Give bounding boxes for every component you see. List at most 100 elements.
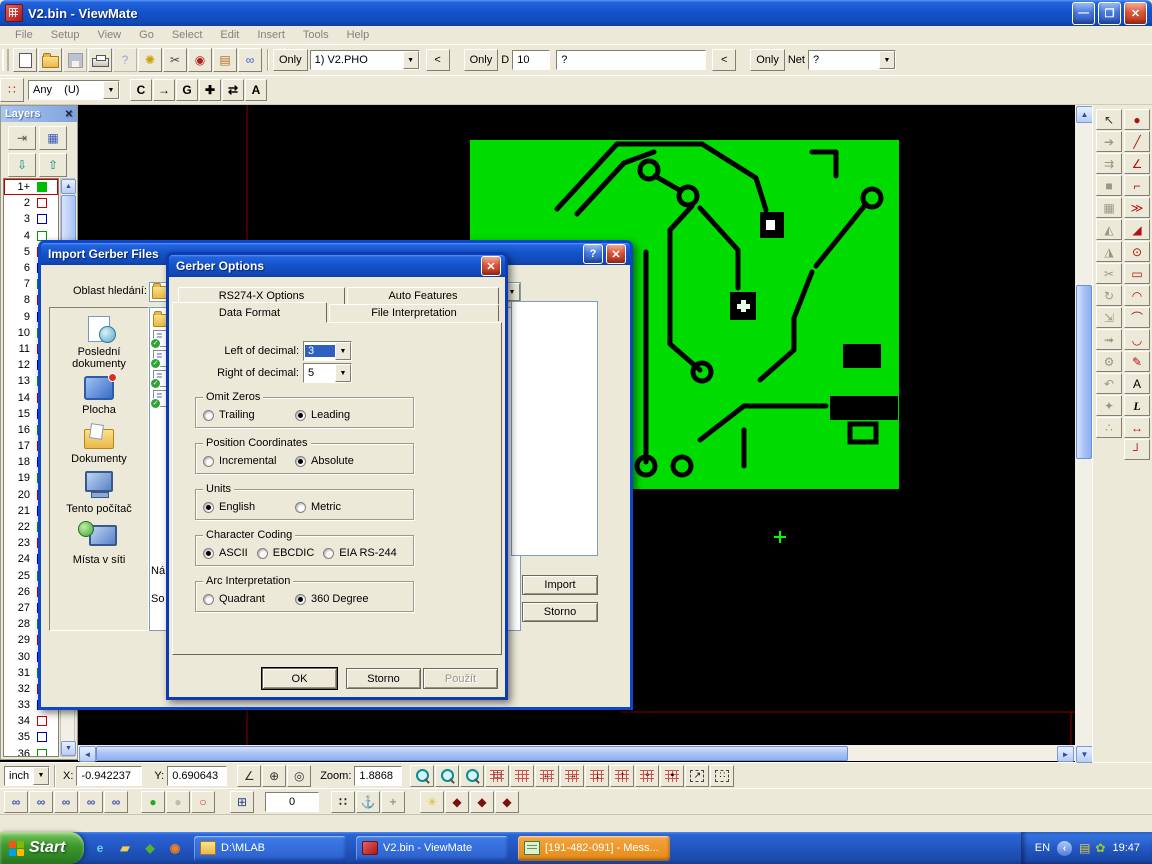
anchor-icon[interactable]: ⚓	[356, 791, 380, 813]
edit-tool-button[interactable]: ↶	[1096, 373, 1122, 394]
draw-tool-button[interactable]: ✎	[1124, 351, 1150, 372]
toolbar-button[interactable]: ?	[113, 48, 137, 72]
zoom-value-field[interactable]: 1.8868	[354, 766, 402, 786]
apply-button[interactable]: Použít	[423, 668, 498, 689]
import-button[interactable]: Import	[522, 575, 598, 595]
edit-tool-button[interactable]: ■	[1096, 175, 1122, 196]
close-icon[interactable]: ✕	[65, 109, 73, 120]
view-grid-icon[interactable]	[510, 765, 534, 787]
toolbar-button[interactable]	[63, 48, 87, 72]
edit-tool-button[interactable]: ➟	[1096, 329, 1122, 350]
chevron-down-icon[interactable]: ▼	[33, 767, 49, 785]
angle-measure-icon[interactable]: ∠	[237, 765, 261, 787]
toolbar-button[interactable]: ✂	[163, 48, 187, 72]
move-anchor-icon[interactable]: +	[381, 791, 405, 813]
layer-row[interactable]: 3	[4, 211, 58, 227]
layers-panel-button[interactable]: ▦	[39, 126, 67, 150]
menu-item[interactable]: Setup	[42, 27, 89, 43]
highlight-on-icon[interactable]: ●	[141, 791, 165, 813]
only-layer-button[interactable]: Only	[273, 49, 308, 71]
draw-tool-button[interactable]: ◢	[1124, 219, 1150, 240]
menu-item[interactable]: Go	[130, 27, 163, 43]
radio-option[interactable]: Leading	[295, 409, 387, 421]
radio-option[interactable]: English	[203, 501, 295, 513]
draw-tool-button[interactable]: A	[1124, 373, 1150, 394]
prev-layer-button[interactable]: <	[426, 49, 450, 71]
radio-icon[interactable]	[257, 548, 268, 559]
taskbar-task-button[interactable]: D:\MLAB	[194, 836, 346, 861]
aperture-grid-button[interactable]: ∷	[0, 78, 24, 102]
taskbar-task-button[interactable]: [191-482-091] - Mess...	[518, 836, 670, 861]
edit-tool-button[interactable]: ▦	[1096, 197, 1122, 218]
layer-color-swatch[interactable]	[37, 749, 47, 757]
radio-option[interactable]: Quadrant	[203, 593, 295, 605]
relative-origin-icon[interactable]: ◎	[287, 765, 311, 787]
minimize-button[interactable]: —	[1072, 2, 1095, 25]
zoom-grid-icon[interactable]	[435, 765, 459, 787]
gerber-options-titlebar[interactable]: Gerber Options ✕	[169, 255, 505, 277]
pan-up-icon[interactable]: ↑	[610, 765, 634, 787]
draw-tool-button[interactable]: ≫	[1124, 197, 1150, 218]
draw-tool-button[interactable]: ╱	[1124, 131, 1150, 152]
dcode-type-button[interactable]: →	[153, 79, 175, 101]
clock[interactable]: 19:47	[1112, 842, 1140, 854]
toolbar-button[interactable]: ✺	[138, 48, 162, 72]
toolbar-button[interactable]	[13, 48, 37, 72]
language-indicator[interactable]: EN	[1035, 842, 1050, 854]
origin-target-icon[interactable]: ⊕	[262, 765, 286, 787]
chevron-down-icon[interactable]: ▼	[335, 342, 351, 360]
tab-file-interpretation[interactable]: File Interpretation	[329, 304, 499, 321]
unit-combobox[interactable]: inch ▼	[4, 766, 50, 786]
radio-icon[interactable]	[295, 410, 306, 421]
radio-option[interactable]: Trailing	[203, 409, 295, 421]
menu-item[interactable]: View	[88, 27, 130, 43]
vertical-scrollbar[interactable]: ▲ ▼	[1075, 105, 1092, 762]
layers-panel-button[interactable]: ⇥	[8, 126, 36, 150]
right-of-decimal-combobox[interactable]: 5 ▼	[303, 363, 352, 383]
only-net-button[interactable]: Only	[750, 49, 785, 71]
flash-highlight-icon[interactable]: ✳	[420, 791, 444, 813]
chevron-down-icon[interactable]: ▼	[335, 364, 351, 382]
draw-tool-button[interactable]: ◡	[1124, 329, 1150, 350]
menu-item[interactable]: Tools	[294, 27, 338, 43]
draw-tool-button[interactable]: ┘	[1124, 439, 1150, 460]
view-dcodes-icon[interactable]: ∞	[4, 791, 28, 813]
radio-icon[interactable]	[203, 456, 214, 467]
layer-color-swatch[interactable]	[37, 214, 47, 224]
zoom-tool-icon[interactable]	[410, 765, 434, 787]
radio-icon[interactable]	[203, 548, 214, 559]
draw-tool-button[interactable]: ◠	[1124, 285, 1150, 306]
places-bar-item[interactable]: Místa v síti	[51, 521, 147, 566]
chevron-down-icon[interactable]: ▼	[103, 81, 119, 99]
dcode-type-button[interactable]: A	[245, 79, 267, 101]
draw-tool-button[interactable]: ∠	[1124, 153, 1150, 174]
draw-tool-button[interactable]: ⊙	[1124, 241, 1150, 262]
layer-row[interactable]: 36	[4, 746, 58, 757]
view-dcode-lines-icon[interactable]: ∞	[29, 791, 53, 813]
cancel-button[interactable]: Storno	[346, 668, 421, 689]
left-of-decimal-combobox[interactable]: 3 ▼	[303, 341, 352, 361]
edit-tool-button[interactable]: ◮	[1096, 241, 1122, 262]
horizontal-scrollbar[interactable]: ◄ ►	[78, 745, 1075, 761]
layers-panel-button[interactable]: ⇧	[39, 153, 67, 177]
layer-table-icon[interactable]: ⊞	[230, 791, 254, 813]
layer-combobox[interactable]: 1) V2.PHO ▼	[310, 50, 420, 70]
layer-row[interactable]: 1+	[4, 179, 58, 195]
edit-tool-button[interactable]: ⚙	[1096, 351, 1122, 372]
highlight-off-icon[interactable]: ●	[166, 791, 190, 813]
radio-icon[interactable]	[203, 410, 214, 421]
places-bar-item[interactable]: Poslední dokumenty	[51, 316, 147, 370]
places-bar-item[interactable]: Plocha	[51, 376, 147, 416]
view-dcode-traces-icon[interactable]: ∞	[79, 791, 103, 813]
edit-tool-button[interactable]: ↖	[1096, 109, 1122, 130]
scroll-left-icon[interactable]: ◄	[79, 746, 96, 762]
ok-button[interactable]: OK	[262, 668, 337, 689]
radio-icon[interactable]	[295, 594, 306, 605]
tray-messenger-icon[interactable]: ✿	[1095, 842, 1105, 854]
draw-tool-button[interactable]: ▭	[1124, 263, 1150, 284]
menu-item[interactable]: Select	[163, 27, 212, 43]
dcode-type-button[interactable]: ⇄	[222, 79, 244, 101]
prev-dcode-button[interactable]: <	[712, 49, 736, 71]
highlight-outline-icon[interactable]: ○	[191, 791, 215, 813]
radio-option[interactable]: ASCII	[203, 547, 248, 559]
